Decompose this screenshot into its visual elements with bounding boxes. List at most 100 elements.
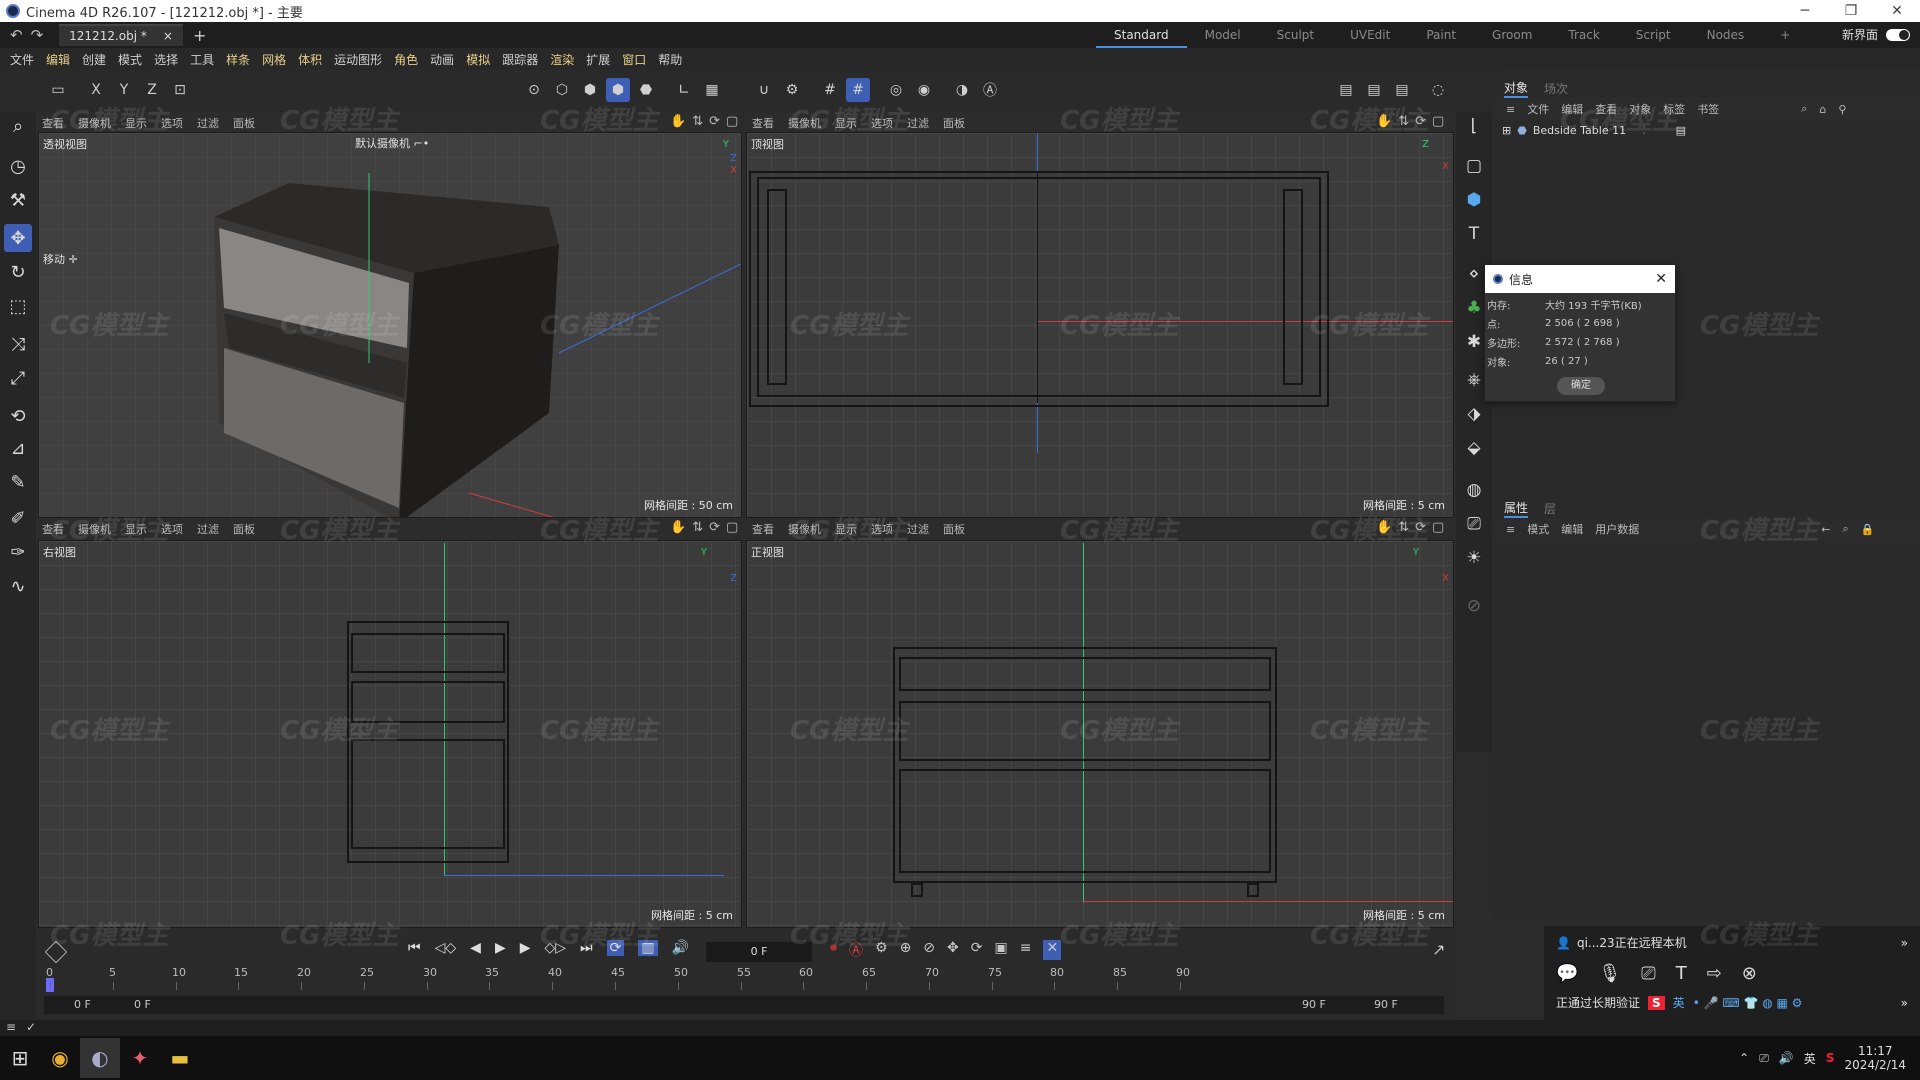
next-frame-icon[interactable]: ▶ <box>520 940 531 956</box>
windows-start-icon[interactable]: ⊞ <box>0 1038 40 1078</box>
minimize-button[interactable]: ─ <box>1782 3 1828 19</box>
layout-track[interactable]: Track <box>1550 22 1617 48</box>
search-icon[interactable]: ⌕ <box>1842 522 1848 536</box>
remote-app-icon[interactable]: ✦ <box>120 1038 160 1078</box>
menu-character[interactable]: 角色 <box>388 51 424 68</box>
field-icon[interactable]: ⬗ <box>1460 400 1488 428</box>
param-key-icon[interactable]: ⟳ <box>971 940 983 960</box>
add-tab-button[interactable]: + <box>193 26 206 45</box>
vp-menu-view[interactable]: 查看 <box>752 521 774 537</box>
menu-animation[interactable]: 动画 <box>424 51 460 68</box>
live-selection-icon[interactable]: ◷ <box>4 152 32 180</box>
sound-icon[interactable]: 🔊 <box>672 940 689 956</box>
x-axis-lock[interactable]: X <box>84 78 108 102</box>
model-mode-icon[interactable]: ▭ <box>46 78 70 102</box>
hamburger-icon[interactable]: ≡ <box>1506 523 1515 536</box>
maximize-icon[interactable]: ▢ <box>1432 114 1444 129</box>
chrome-icon[interactable]: ◉ <box>40 1038 80 1078</box>
menu-render[interactable]: 渲染 <box>544 51 580 68</box>
lock-icon[interactable]: 🔒 <box>1861 523 1875 536</box>
menu-mograph[interactable]: 运动图形 <box>328 51 388 68</box>
extrude-tool-icon[interactable]: ⊿ <box>4 434 32 462</box>
tab-takes[interactable]: 场次 <box>1544 80 1568 97</box>
render-settings-edit-icon[interactable]: ▤ <box>1390 78 1414 102</box>
perspective-viewport[interactable]: 透视视图 默认摄像机 ⌐• 移动 ✛ Y Z X 网格间距 : 50 cm <box>38 132 742 518</box>
tray-language[interactable]: 英 <box>1804 1050 1816 1067</box>
render-settings-icon[interactable]: Ⓐ <box>978 78 1002 102</box>
vp-menu-camera[interactable]: 摄像机 <box>788 115 821 131</box>
vp-menu-filter[interactable]: 过滤 <box>907 521 929 537</box>
maximize-icon[interactable]: ▢ <box>726 520 738 535</box>
camera-object-icon[interactable]: ⎚ <box>1460 510 1488 538</box>
vp-menu-view[interactable]: 查看 <box>42 115 64 131</box>
vp-menu-options[interactable]: 选项 <box>161 521 183 537</box>
record-icon[interactable]: ⏺ <box>830 940 837 960</box>
menu-window[interactable]: 窗口 <box>616 51 652 68</box>
prev-frame-icon[interactable]: ◀ <box>470 940 481 956</box>
hamburger-icon[interactable]: ≡ <box>1506 103 1515 116</box>
vp-menu-options[interactable]: 选项 <box>871 115 893 131</box>
file-explorer-icon[interactable]: ▬ <box>160 1038 200 1078</box>
goto-end-icon[interactable]: ⏭ <box>580 940 593 956</box>
orbit-icon[interactable]: ⟳ <box>709 114 720 129</box>
volume-icon[interactable]: ⬙ <box>1460 434 1488 462</box>
menu-tracker[interactable]: 跟踪器 <box>496 51 544 68</box>
chat-icon[interactable]: 💬 <box>1556 963 1578 984</box>
y-axis-lock[interactable]: Y <box>112 78 136 102</box>
vp-menu-panel[interactable]: 面板 <box>233 521 255 537</box>
document-tab[interactable]: 121212.obj * × <box>59 24 183 46</box>
vp-menu-camera[interactable]: 摄像机 <box>78 115 111 131</box>
redo-icon[interactable]: ↷ <box>31 26 44 44</box>
layout-nodes[interactable]: Nodes <box>1689 22 1763 48</box>
attrmgr-menu-mode[interactable]: 模式 <box>1527 521 1549 537</box>
vp-menu-panel[interactable]: 面板 <box>233 115 255 131</box>
pen-tool-icon[interactable]: ✎ <box>4 468 32 496</box>
redshift-icon[interactable]: ◌ <box>1426 78 1450 102</box>
zoom-icon[interactable]: ⌕ <box>4 112 32 140</box>
vp-menu-options[interactable]: 选项 <box>161 115 183 131</box>
pla-key-icon[interactable]: ▣ <box>995 940 1008 960</box>
home-icon[interactable]: ⌂ <box>1819 103 1826 116</box>
expand-panel-icon[interactable]: » <box>1901 936 1908 950</box>
vp-menu-display[interactable]: 显示 <box>125 521 147 537</box>
undo-icon[interactable]: ↶ <box>10 26 23 44</box>
dolly-icon[interactable]: ⇅ <box>1398 114 1409 129</box>
maximize-icon[interactable]: ▢ <box>726 114 738 129</box>
coordinate-system-icon[interactable]: ⊡ <box>168 78 192 102</box>
sogou-ime-icon[interactable]: S <box>1648 995 1665 1010</box>
layout-groom[interactable]: Groom <box>1474 22 1550 48</box>
search-icon[interactable]: ⌕ <box>1801 102 1807 116</box>
attrmgr-menu-edit[interactable]: 编辑 <box>1561 521 1583 537</box>
vp-menu-filter[interactable]: 过滤 <box>197 115 219 131</box>
tray-chevron-icon[interactable]: ⌃ <box>1739 1051 1749 1065</box>
uv-mode-icon[interactable]: ⬣ <box>634 78 658 102</box>
scale-key-icon[interactable]: ✥ <box>947 940 959 960</box>
sculpt-tool-icon[interactable]: ∿ <box>4 572 32 600</box>
menu-mesh[interactable]: 网格 <box>256 51 292 68</box>
fcurve-icon[interactable]: ↗ <box>1432 940 1445 959</box>
interpolation-icon[interactable]: ✕ <box>1043 940 1062 960</box>
vp-menu-filter[interactable]: 过滤 <box>197 521 219 537</box>
menu-help[interactable]: 帮助 <box>652 51 688 68</box>
dialog-close-icon[interactable]: ✕ <box>1655 271 1667 287</box>
grid-snap-icon[interactable]: # <box>818 78 842 102</box>
end-frame-label-2[interactable]: 90 F <box>1374 998 1398 1011</box>
ime-language[interactable]: 英 <box>1673 994 1685 1011</box>
tab-layers[interactable]: 层 <box>1544 500 1556 517</box>
sketch-tool-icon[interactable]: ✑ <box>4 538 32 566</box>
volume-icon[interactable]: 🔊 <box>1779 1051 1794 1065</box>
objmgr-menu-view[interactable]: 查看 <box>1595 101 1617 117</box>
vp-menu-options[interactable]: 选项 <box>871 521 893 537</box>
layout-uvedit[interactable]: UVEdit <box>1332 22 1408 48</box>
tag-icon[interactable]: ⊘ <box>1460 592 1488 620</box>
light-object-icon[interactable]: ☀ <box>1460 544 1488 572</box>
object-tag-icon[interactable]: ▤ <box>1676 124 1686 137</box>
render-view-icon[interactable]: ◑ <box>950 78 974 102</box>
orbit-icon[interactable]: ⟳ <box>1415 520 1426 535</box>
object-name[interactable]: Bedside Table 11 <box>1533 124 1626 137</box>
expand-ime-icon[interactable]: » <box>1901 996 1908 1010</box>
objmgr-menu-bookmarks[interactable]: 书签 <box>1697 101 1719 117</box>
visibility-dots-icon[interactable]: ⁚ <box>1642 124 1646 137</box>
play-icon[interactable]: ▶ <box>495 940 506 956</box>
orbit-icon[interactable]: ⟳ <box>1415 114 1426 129</box>
